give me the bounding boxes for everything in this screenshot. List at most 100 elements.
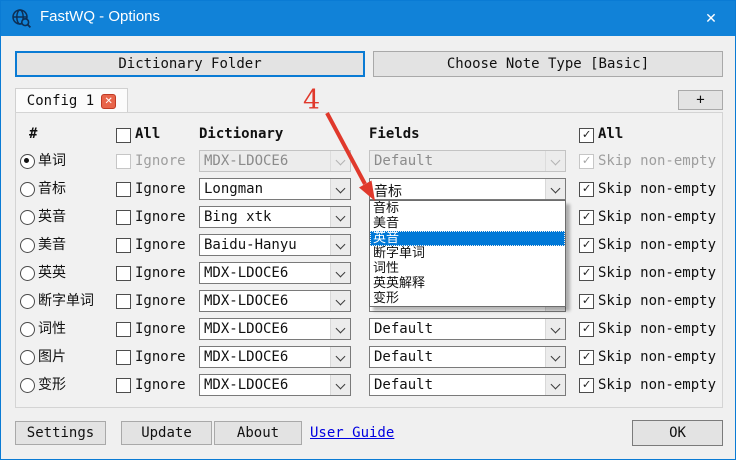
dropdown-button[interactable] — [545, 151, 565, 171]
dropdown-button[interactable] — [330, 179, 350, 199]
row-radio[interactable] — [20, 322, 35, 337]
dictionary-value: MDX-LDOCE6 — [204, 321, 328, 337]
ignore-checkbox[interactable] — [116, 378, 131, 393]
dropdown-button[interactable] — [330, 347, 350, 367]
skip-checkbox[interactable] — [579, 154, 594, 169]
row-label: 断字单词 — [38, 292, 94, 310]
titlebar: FastWQ - Options ✕ — [1, 1, 735, 36]
close-button[interactable]: ✕ — [687, 1, 735, 36]
fields-combobox[interactable]: Default — [369, 346, 566, 368]
add-config-button[interactable]: + — [678, 90, 723, 110]
skip-checkbox[interactable] — [579, 378, 594, 393]
skip-checkbox[interactable] — [579, 266, 594, 281]
ignore-checkbox[interactable] — [116, 238, 131, 253]
skip-label: Skip non-empty — [598, 208, 716, 226]
chevron-down-icon — [551, 184, 561, 194]
dropdown-button[interactable] — [330, 151, 350, 171]
row-label: 美音 — [38, 236, 66, 254]
all-skip-checkbox[interactable] — [579, 128, 594, 143]
dictionary-combobox[interactable]: MDX-LDOCE6 — [199, 318, 351, 340]
dictionary-combobox[interactable]: MDX-LDOCE6 — [199, 346, 351, 368]
fields-dropdown-popup: 音标美音英音断字单词词性英英解释变形 — [369, 200, 566, 307]
row-radio[interactable] — [20, 154, 35, 169]
skip-checkbox[interactable] — [579, 182, 594, 197]
dictionary-combobox[interactable]: MDX-LDOCE6 — [199, 290, 351, 312]
tab-config-1[interactable]: Config 1 ✕ — [15, 88, 128, 113]
skip-checkbox[interactable] — [579, 294, 594, 309]
skip-checkbox[interactable] — [579, 350, 594, 365]
dictionary-combobox[interactable]: Bing xtk — [199, 206, 351, 228]
dropdown-item[interactable]: 英音 — [370, 231, 565, 246]
skip-label: Skip non-empty — [598, 292, 716, 310]
skip-checkbox[interactable] — [579, 322, 594, 337]
chevron-down-icon — [336, 156, 346, 166]
dictionary-folder-button[interactable]: Dictionary Folder — [15, 51, 365, 77]
dictionary-value: MDX-LDOCE6 — [204, 377, 328, 393]
row-radio[interactable] — [20, 266, 35, 281]
dictionary-combobox[interactable]: Longman — [199, 178, 351, 200]
ok-button[interactable]: OK — [632, 420, 723, 446]
skip-label: Skip non-empty — [598, 236, 716, 254]
fields-value: 音标 — [374, 181, 543, 201]
ignore-checkbox[interactable] — [116, 294, 131, 309]
dropdown-button[interactable] — [545, 319, 565, 339]
ignore-checkbox[interactable] — [116, 266, 131, 281]
fields-value: Default — [374, 153, 543, 169]
dropdown-button[interactable] — [330, 235, 350, 255]
skip-label: Skip non-empty — [598, 376, 716, 394]
row-radio[interactable] — [20, 294, 35, 309]
chevron-down-icon — [336, 380, 346, 390]
settings-button[interactable]: Settings — [15, 421, 106, 445]
dropdown-item[interactable]: 变形 — [370, 291, 565, 306]
dictionary-value: MDX-LDOCE6 — [204, 153, 328, 169]
dropdown-button[interactable] — [545, 375, 565, 395]
dictionary-combobox[interactable]: MDX-LDOCE6 — [199, 374, 351, 396]
dropdown-item[interactable]: 词性 — [370, 261, 565, 276]
ignore-checkbox[interactable] — [116, 322, 131, 337]
row-radio[interactable] — [20, 378, 35, 393]
ignore-checkbox[interactable] — [116, 182, 131, 197]
row-radio[interactable] — [20, 182, 35, 197]
ignore-checkbox[interactable] — [116, 154, 131, 169]
row-radio[interactable] — [20, 350, 35, 365]
dictionary-value: Longman — [204, 181, 328, 197]
fields-combobox[interactable]: Default — [369, 318, 566, 340]
dropdown-button[interactable] — [330, 207, 350, 227]
ignore-checkbox[interactable] — [116, 350, 131, 365]
chevron-down-icon — [551, 380, 561, 390]
dropdown-button[interactable] — [330, 263, 350, 283]
fields-combobox[interactable]: 音标 — [369, 178, 566, 200]
about-button[interactable]: About — [214, 421, 302, 445]
skip-checkbox[interactable] — [579, 238, 594, 253]
tab-close-icon[interactable]: ✕ — [101, 94, 116, 109]
dropdown-button[interactable] — [545, 179, 565, 199]
dictionary-combobox[interactable]: Baidu-Hanyu — [199, 234, 351, 256]
chevron-down-icon — [551, 324, 561, 334]
table-row: 单词 Ignore MDX-LDOCE6 Default Skip non-em… — [15, 147, 723, 175]
dropdown-item[interactable]: 英英解释 — [370, 276, 565, 291]
chevron-down-icon — [336, 268, 346, 278]
dropdown-button[interactable] — [330, 319, 350, 339]
dropdown-button[interactable] — [545, 347, 565, 367]
skip-label: Skip non-empty — [598, 264, 716, 282]
dictionary-combobox[interactable]: MDX-LDOCE6 — [199, 150, 351, 172]
dictionary-combobox[interactable]: MDX-LDOCE6 — [199, 262, 351, 284]
all-ignore-checkbox[interactable] — [116, 128, 131, 143]
user-guide-link[interactable]: User Guide — [310, 425, 394, 441]
fields-combobox[interactable]: Default — [369, 150, 566, 172]
dropdown-button[interactable] — [330, 375, 350, 395]
dropdown-item[interactable]: 美音 — [370, 216, 565, 231]
dropdown-item[interactable]: 断字单词 — [370, 246, 565, 261]
dictionary-value: MDX-LDOCE6 — [204, 349, 328, 365]
ignore-checkbox[interactable] — [116, 210, 131, 225]
dropdown-button[interactable] — [330, 291, 350, 311]
skip-checkbox[interactable] — [579, 210, 594, 225]
update-button[interactable]: Update — [121, 421, 212, 445]
chevron-down-icon — [551, 156, 561, 166]
chevron-down-icon — [336, 240, 346, 250]
choose-note-type-button[interactable]: Choose Note Type [Basic] — [373, 51, 723, 77]
dropdown-item[interactable]: 音标 — [370, 201, 565, 216]
fields-combobox[interactable]: Default — [369, 374, 566, 396]
row-radio[interactable] — [20, 238, 35, 253]
row-radio[interactable] — [20, 210, 35, 225]
